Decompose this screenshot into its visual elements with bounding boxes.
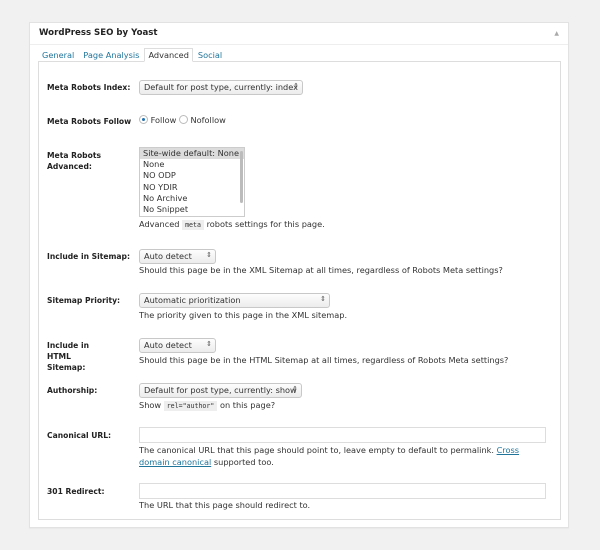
follow-label: Follow [150,115,177,125]
meta-robots-advanced-label: Meta Robots Advanced: [47,151,101,171]
tab-page-analysis[interactable]: Page Analysis [79,48,143,62]
select-value: Automatic prioritization [144,295,241,305]
collapse-toggle-icon[interactable]: ▲ [554,30,559,37]
list-option[interactable]: No Snippet [140,204,244,215]
help-text: Show [139,400,162,410]
help-code: meta [182,220,204,230]
listbox-scrollbar[interactable] [240,151,243,203]
select-value: Auto detect [144,340,192,350]
follow-radio-group: Follow Nofollow [139,115,226,125]
sitemap-priority-label: Sitemap Priority: [47,296,121,305]
canonical-url-label: Canonical URL: [47,431,112,440]
advanced-tab-content: Meta Robots Index: Default for post type… [38,61,561,520]
list-option[interactable]: NO ODP [140,170,244,181]
metabox-header: WordPress SEO by Yoast ▲ [30,23,568,45]
meta-robots-index-label: Meta Robots Index: [47,83,131,92]
include-sitemap-help: Should this page be in the XML Sitemap a… [139,265,503,275]
meta-robots-follow-label: Meta Robots Follow [47,117,132,126]
select-arrows-icon: ⇕ [206,251,212,259]
help-code: rel="author" [163,401,218,411]
include-sitemap-select[interactable]: Auto detect ⇕ [139,249,216,264]
tab-bar: General Page Analysis Advanced Social [38,48,227,62]
metabox-title: WordPress SEO by Yoast [39,28,158,38]
yoast-seo-metabox: WordPress SEO by Yoast ▲ General Page An… [29,22,569,528]
list-option[interactable]: None [140,159,244,170]
nofollow-radio[interactable] [178,115,188,124]
include-html-sitemap-help: Should this page be in the HTML Sitemap … [139,355,509,365]
authorship-help: Show rel="author" on this page? [139,399,549,412]
authorship-label: Authorship: [47,386,98,395]
sitemap-priority-help: The priority given to this page in the X… [139,310,348,320]
include-sitemap-label: Include in Sitemap: [47,252,130,261]
help-text: robots settings for this page. [206,219,325,229]
canonical-url-input[interactable] [139,427,546,443]
select-value: Auto detect [144,251,192,261]
redirect-help: The URL that this page should redirect t… [139,500,311,510]
sitemap-priority-select[interactable]: Automatic prioritization ⇕ [139,293,330,308]
include-html-sitemap-select[interactable]: Auto detect ⇕ [139,338,216,353]
tab-social[interactable]: Social [194,48,226,62]
meta-robots-index-select[interactable]: Default for post type, currently: index ⇕ [139,80,303,95]
tab-general[interactable]: General [38,48,78,62]
meta-advanced-help: Advanced meta robots settings for this p… [139,218,549,231]
select-value: Default for post type, currently: show [144,385,297,395]
help-text: supported too. [213,457,274,467]
select-arrows-icon: ⇕ [206,340,212,348]
tab-advanced[interactable]: Advanced [144,48,193,62]
redirect-label: 301 Redirect: [47,487,105,496]
list-option[interactable]: Site-wide default: None [140,148,244,160]
help-text: The canonical URL that this page should … [139,445,494,455]
redirect-input[interactable] [139,483,546,499]
authorship-select[interactable]: Default for post type, currently: show ⇕ [139,383,302,398]
select-arrows-icon: ⇕ [293,82,299,90]
help-text: Advanced [139,219,180,229]
nofollow-label: Nofollow [190,115,226,125]
include-html-sitemap-label: Include in HTML Sitemap: [47,341,89,372]
select-arrows-icon: ⇕ [320,295,326,303]
canonical-url-help: The canonical URL that this page should … [139,444,549,468]
list-option[interactable]: NO YDIR [140,182,244,193]
select-value: Default for post type, currently: index [144,82,298,92]
meta-robots-advanced-listbox[interactable]: Site-wide default: None None NO ODP NO Y… [139,147,245,217]
select-arrows-icon: ⇕ [292,385,298,393]
help-text: on this page? [219,400,276,410]
follow-radio[interactable] [139,115,148,124]
list-option[interactable]: No Archive [140,193,244,204]
